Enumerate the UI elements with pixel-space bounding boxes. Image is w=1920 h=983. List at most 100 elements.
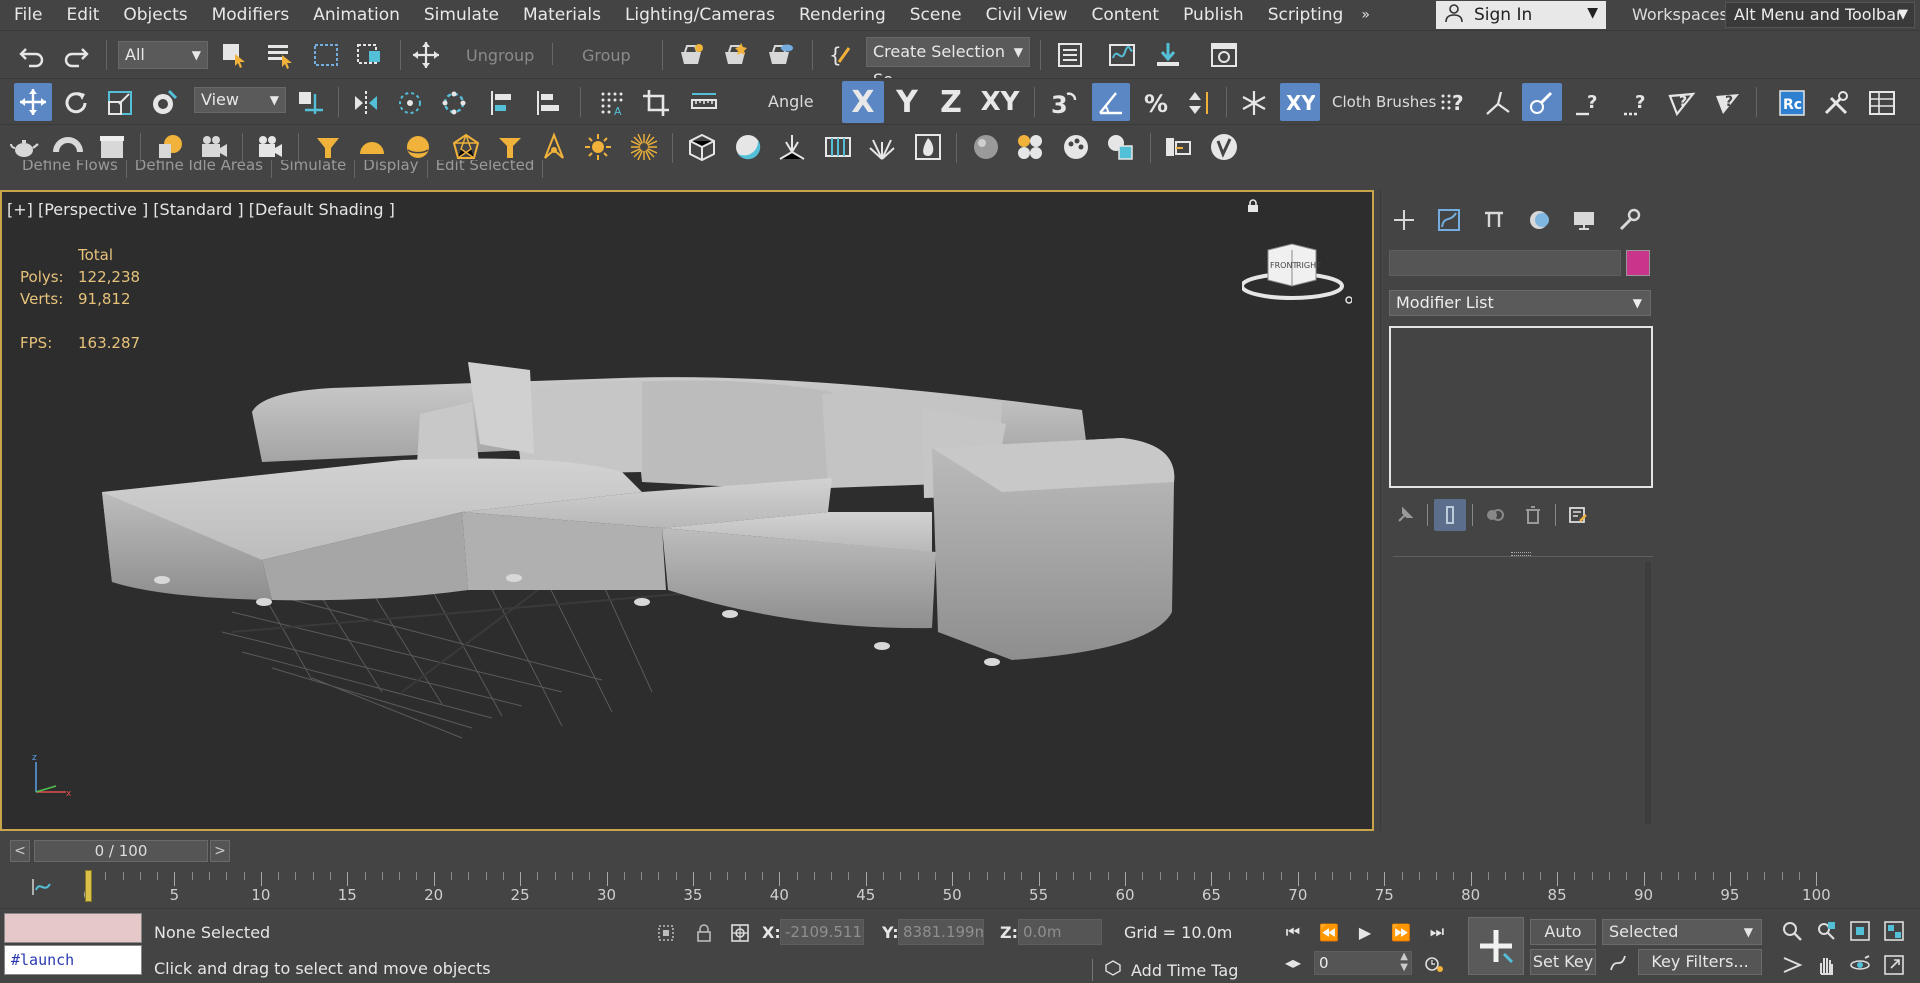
motion-tab-icon[interactable] — [1516, 200, 1561, 240]
perspective-viewport[interactable]: [+] [Perspective ] [Standard ] [Default … — [0, 190, 1374, 831]
material-sphere-icon[interactable] — [968, 129, 1004, 165]
brush-tool-c-icon[interactable]: ? — [1570, 85, 1606, 121]
select-by-name-icon[interactable] — [262, 37, 298, 73]
array-icon[interactable] — [436, 85, 472, 121]
menu-overflow-icon[interactable]: » — [1355, 7, 1376, 23]
ribbon-tab[interactable]: Simulate — [272, 160, 356, 178]
group-button[interactable]: Group — [582, 41, 631, 71]
utilities-tab-wrench-icon[interactable] — [1606, 200, 1651, 240]
time-slider-next-button[interactable]: > — [210, 840, 230, 862]
set-key-button[interactable]: Set Key — [1530, 949, 1596, 975]
sofa-model[interactable] — [2, 192, 1374, 831]
material-editor-icon[interactable] — [1058, 129, 1094, 165]
modifier-stack[interactable] — [1389, 326, 1653, 488]
ies-sun-icon[interactable] — [626, 129, 662, 165]
show-end-result-icon[interactable] — [1434, 499, 1466, 531]
ribbon-tab[interactable]: Define Idle Areas — [127, 160, 272, 178]
key-filters-button[interactable]: Key Filters... — [1638, 949, 1762, 975]
rectangular-selection-region-icon[interactable] — [308, 37, 344, 73]
maxscript-listener-output[interactable] — [4, 913, 142, 943]
make-unique-icon[interactable] — [1479, 499, 1511, 531]
display-tab-icon[interactable] — [1561, 200, 1606, 240]
menu-objects[interactable]: Objects — [111, 0, 199, 30]
xy-constraint-icon[interactable]: XY — [1280, 83, 1320, 121]
key-mode-toggle-icon[interactable]: ◂▸ — [1278, 949, 1308, 975]
frame-spinner-icon[interactable]: ▲ ▼ — [1400, 951, 1408, 973]
brush-tool-b-icon[interactable] — [1522, 83, 1562, 121]
track-bar[interactable]: 0510152025303540455055606570758085909510… — [0, 868, 1920, 908]
key-selection-dropdown[interactable]: Selected ▼ — [1602, 919, 1762, 945]
brush-tool-a-icon[interactable] — [1480, 85, 1516, 121]
named-selection-sets-dropdown[interactable]: Create Selection Se ▼ — [866, 37, 1030, 89]
brush-snap-icon[interactable]: ? — [1434, 85, 1470, 121]
render-window-icon[interactable] — [1206, 37, 1242, 73]
vray-proxy-icon[interactable] — [684, 129, 720, 165]
axis-z-button[interactable]: Z — [930, 81, 972, 123]
orbit-icon[interactable] — [1846, 951, 1874, 979]
field-of-view-icon[interactable] — [1778, 951, 1806, 979]
material-browser-icon[interactable] — [1102, 129, 1138, 165]
configure-modifier-sets-icon[interactable] — [1562, 499, 1594, 531]
scene-explorer-icon[interactable] — [1052, 37, 1088, 73]
vray-fur-icon[interactable] — [820, 129, 856, 165]
frame-ruler[interactable]: 0510152025303540455055606570758085909510… — [83, 868, 1844, 904]
zoom-extents-icon[interactable] — [1846, 917, 1874, 945]
vray-logo-icon[interactable] — [1206, 129, 1242, 165]
snaps-toggle-icon[interactable]: 3 — [1046, 85, 1082, 121]
object-color-swatch[interactable] — [1626, 250, 1650, 276]
volume-fire-icon[interactable] — [910, 129, 946, 165]
time-configuration-icon[interactable] — [1420, 949, 1448, 977]
menu-rendering[interactable]: Rendering — [787, 0, 898, 30]
pan-view-hand-icon[interactable] — [1812, 951, 1840, 979]
railclone-icon[interactable]: Rc — [1774, 85, 1810, 121]
spreadsheet-icon[interactable] — [1864, 85, 1900, 121]
angle-snap-icon[interactable] — [1092, 83, 1130, 121]
freeze-icon[interactable] — [1236, 85, 1272, 121]
x-coord-field[interactable]: -2109.511r — [780, 919, 864, 945]
isolate-selection-icon[interactable] — [652, 919, 680, 947]
vray-plane-icon[interactable] — [774, 129, 810, 165]
multi-material-icon[interactable] — [1012, 129, 1048, 165]
align-icon[interactable] — [392, 85, 428, 121]
vray-sphere-icon[interactable] — [730, 129, 766, 165]
align-left-icon[interactable] — [484, 85, 520, 121]
set-key-big-icon[interactable] — [1468, 917, 1524, 975]
z-coord-field[interactable]: 0.0m — [1018, 919, 1102, 945]
brush-tool-f-icon[interactable]: ? — [1710, 85, 1746, 121]
object-name-field[interactable] — [1389, 250, 1621, 276]
current-frame-field[interactable]: 0 ▲ ▼ — [1314, 951, 1412, 975]
sign-in-button[interactable]: Sign In ▼ — [1436, 1, 1606, 29]
tools-icon[interactable] — [1818, 85, 1854, 121]
grass-icon[interactable] — [864, 129, 900, 165]
default-in-out-tangents-icon[interactable] — [1604, 949, 1632, 977]
menu-file[interactable]: File — [0, 0, 54, 30]
select-and-scale-icon[interactable] — [102, 85, 138, 121]
menu-publish[interactable]: Publish — [1171, 0, 1256, 30]
play-icon[interactable]: ▶ — [1350, 919, 1380, 945]
frame-buffer-icon[interactable] — [1160, 129, 1196, 165]
select-and-place-icon[interactable] — [146, 85, 182, 121]
select-object-icon[interactable] — [216, 37, 252, 73]
command-panel-scrollbar[interactable] — [1645, 562, 1651, 824]
select-and-rotate-icon[interactable] — [58, 85, 94, 121]
zoom-icon[interactable] — [1778, 917, 1806, 945]
spinner-snap-icon[interactable] — [1182, 85, 1218, 121]
modify-tab-icon[interactable] — [1426, 200, 1471, 240]
axis-x-button[interactable]: X — [842, 81, 884, 123]
zoom-all-icon[interactable] — [1812, 917, 1840, 945]
ribbon-tab[interactable]: Define Flows — [14, 160, 127, 178]
redo-icon[interactable] — [58, 37, 94, 73]
menu-scene[interactable]: Scene — [898, 0, 974, 30]
sun-icon[interactable] — [580, 129, 616, 165]
edit-named-selection-icon[interactable]: { — [822, 37, 858, 73]
create-tab-plus-icon[interactable] — [1381, 200, 1426, 240]
viewcube[interactable]: FRONT RIGHT — [1240, 240, 1353, 310]
ribbon-tab[interactable]: Edit Selected — [428, 160, 544, 178]
undo-icon[interactable] — [14, 37, 50, 73]
mirror-icon[interactable] — [348, 85, 384, 121]
snap-grid-icon[interactable]: A — [594, 85, 630, 121]
brush-tool-e-icon[interactable]: ? — [1664, 85, 1700, 121]
pivot-center-icon[interactable] — [292, 85, 328, 121]
render-frame-icon[interactable] — [718, 37, 754, 73]
time-slider-prev-button[interactable]: < — [10, 840, 30, 862]
